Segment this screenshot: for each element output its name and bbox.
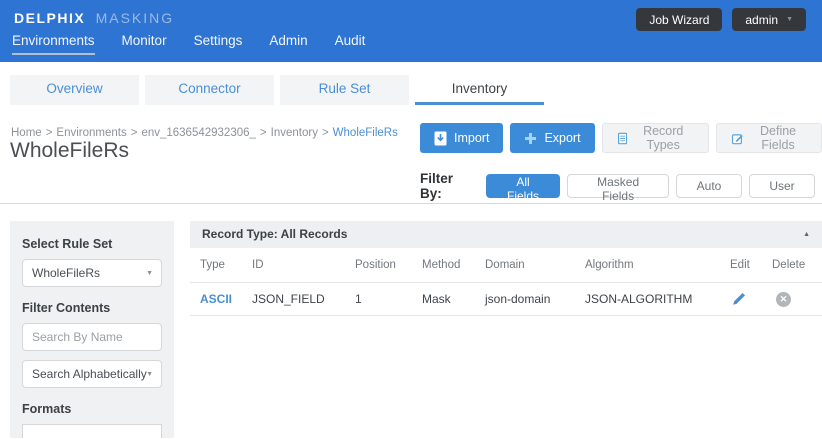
filter-masked-fields-button[interactable]: Masked Fields xyxy=(567,174,669,198)
cell-id: JSON_FIELD xyxy=(252,292,355,306)
export-plus-icon xyxy=(524,132,537,145)
filter-by-label: Filter By: xyxy=(420,171,476,201)
record-types-icon xyxy=(618,131,627,146)
cell-method: Mask xyxy=(422,292,485,306)
search-by-name-input[interactable] xyxy=(32,330,152,344)
import-icon xyxy=(434,131,447,146)
job-wizard-button[interactable]: Job Wizard xyxy=(636,8,722,31)
collapse-arrow-icon[interactable]: ▲ xyxy=(803,221,810,248)
chevron-down-icon: ▼ xyxy=(786,16,793,23)
record-type-header: Record Type: All Records ▲ xyxy=(190,221,822,248)
column-header-id: ID xyxy=(252,259,355,271)
formats-list: whole_file_single... xyxy=(22,424,162,438)
breadcrumb-separator: > xyxy=(46,127,53,139)
main-nav: Environments Monitor Settings Admin Audi… xyxy=(12,33,365,55)
sort-select[interactable]: Search Alphabetically ▼ xyxy=(22,360,162,388)
chevron-down-icon: ▼ xyxy=(146,371,153,378)
rule-set-value: WholeFileRs xyxy=(32,266,100,280)
section-tabs: Overview Connector Rule Set Inventory xyxy=(0,62,822,105)
tab-inventory[interactable]: Inventory xyxy=(415,75,544,105)
inventory-table: Record Type: All Records ▲ Type ID Posit… xyxy=(190,221,822,316)
tab-rule-set[interactable]: Rule Set xyxy=(280,75,409,105)
breadcrumb-home[interactable]: Home xyxy=(11,127,42,139)
filter-auto-button[interactable]: Auto xyxy=(676,174,742,198)
nav-item-environments[interactable]: Environments xyxy=(12,33,95,55)
breadcrumb-separator: > xyxy=(260,127,267,139)
job-wizard-label: Job Wizard xyxy=(649,13,709,27)
header-actions: Job Wizard admin ▼ xyxy=(636,8,806,31)
breadcrumb-environments[interactable]: Environments xyxy=(56,127,126,139)
breadcrumb-separator: > xyxy=(322,127,329,139)
content-header: Home>Environments>env_1636542932306_>Inv… xyxy=(0,105,822,204)
brand-suffix: MASKING xyxy=(96,10,175,26)
cell-type-link[interactable]: ASCII xyxy=(200,292,252,306)
record-types-button[interactable]: Record Types xyxy=(602,123,709,153)
page-title: WholeFileRs xyxy=(10,139,129,163)
column-header-method: Method xyxy=(422,259,485,271)
define-fields-icon xyxy=(732,131,743,146)
filter-row: Filter By: All Fields Masked Fields Auto… xyxy=(420,171,822,201)
column-header-algorithm: Algorithm xyxy=(585,259,730,271)
pencil-icon xyxy=(732,292,746,306)
tab-connector[interactable]: Connector xyxy=(145,75,274,105)
record-types-label: Record Types xyxy=(634,124,693,152)
tab-overview[interactable]: Overview xyxy=(10,75,139,105)
table-column-headers: Type ID Position Method Domain Algorithm… xyxy=(190,248,822,283)
sort-value: Search Alphabetically xyxy=(32,367,147,381)
edit-row-button[interactable] xyxy=(730,292,772,306)
brand-name: DELPHIX xyxy=(14,10,85,26)
nav-item-admin[interactable]: Admin xyxy=(269,33,307,55)
user-menu-label: admin xyxy=(745,13,778,27)
define-fields-button[interactable]: Define Fields xyxy=(716,123,822,153)
rule-set-select[interactable]: WholeFileRs ▼ xyxy=(22,259,162,287)
formats-label: Formats xyxy=(22,402,162,416)
sidebar: Select Rule Set WholeFileRs ▼ Filter Con… xyxy=(10,221,174,438)
app-header: DELPHIX MASKING Environments Monitor Set… xyxy=(0,0,822,62)
select-rule-set-label: Select Rule Set xyxy=(22,237,162,251)
user-menu-button[interactable]: admin ▼ xyxy=(732,8,806,31)
breadcrumb-inventory[interactable]: Inventory xyxy=(271,127,318,139)
column-header-type: Type xyxy=(200,259,252,271)
nav-item-settings[interactable]: Settings xyxy=(194,33,243,55)
breadcrumb-environment-name[interactable]: env_1636542932306_ xyxy=(141,127,255,139)
import-label: Import xyxy=(454,131,489,145)
table-row: ASCII JSON_FIELD 1 Mask json-domain JSON… xyxy=(190,283,822,316)
export-button[interactable]: Export xyxy=(510,123,594,153)
breadcrumb-separator: > xyxy=(131,127,138,139)
import-button[interactable]: Import xyxy=(420,123,503,153)
filter-contents-label: Filter Contents xyxy=(22,301,162,315)
cell-domain: json-domain xyxy=(485,292,585,306)
column-header-domain: Domain xyxy=(485,259,585,271)
record-type-header-label: Record Type: All Records xyxy=(202,227,347,241)
define-fields-label: Define Fields xyxy=(750,124,806,152)
filter-user-button[interactable]: User xyxy=(749,174,815,198)
nav-item-monitor[interactable]: Monitor xyxy=(122,33,167,55)
delete-row-button[interactable]: ✕ xyxy=(772,292,812,307)
main-area: Select Rule Set WholeFileRs ▼ Filter Con… xyxy=(0,204,822,438)
export-label: Export xyxy=(544,131,580,145)
chevron-down-icon: ▼ xyxy=(146,270,153,277)
nav-item-audit[interactable]: Audit xyxy=(335,33,366,55)
circle-x-icon: ✕ xyxy=(776,292,791,307)
action-buttons: Import Export Record Types Define Fields xyxy=(420,123,822,153)
column-header-position: Position xyxy=(355,259,422,271)
breadcrumb: Home>Environments>env_1636542932306_>Inv… xyxy=(11,127,398,139)
filter-all-fields-button[interactable]: All Fields xyxy=(486,174,560,198)
cell-algorithm: JSON-ALGORITHM xyxy=(585,292,730,306)
column-header-delete: Delete xyxy=(772,259,812,271)
app-logo: DELPHIX MASKING xyxy=(14,10,174,26)
search-field-wrap xyxy=(22,323,162,351)
cell-position: 1 xyxy=(355,292,422,306)
breadcrumb-current: WholeFileRs xyxy=(333,127,398,139)
column-header-edit: Edit xyxy=(730,259,772,271)
